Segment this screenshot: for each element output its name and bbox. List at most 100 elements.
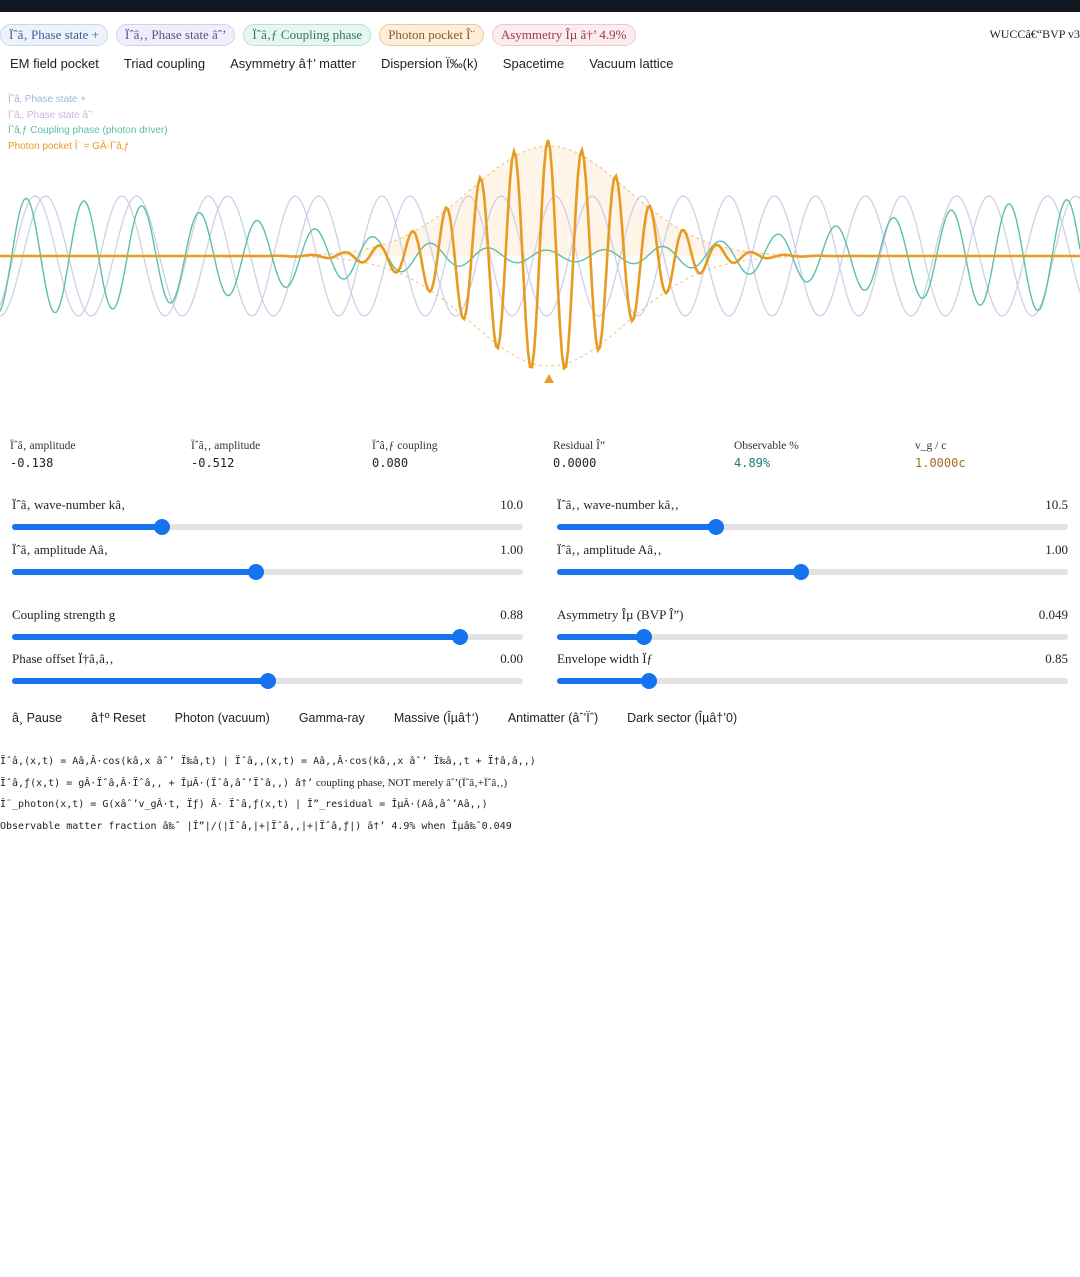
stat-value: 1.0000c — [915, 456, 966, 470]
slider-thumb[interactable] — [792, 564, 809, 580]
stat-value: 4.89% — [734, 456, 771, 470]
slider-thumb[interactable] — [640, 673, 657, 689]
equation-line-1: Ïˆâ‚(x,t) = Aâ‚Â·cos(kâ‚x âˆ’ Ï‰â‚t) | Ï… — [0, 756, 536, 767]
stat-label: Residual Î” — [553, 440, 606, 452]
legend-psi2: Ïˆâ‚‚ Phase state âˆ’ — [8, 109, 94, 121]
slider-fill — [12, 678, 268, 684]
reset-button[interactable]: â†º Reset — [91, 711, 146, 725]
slider-track[interactable] — [12, 564, 523, 580]
stat-psi1-amplitude: Ïˆâ‚ amplitude -0.138 — [10, 440, 75, 470]
slider-fill — [557, 634, 644, 640]
slider-label: Ïˆâ‚‚ amplitude Aâ‚‚ — [557, 542, 662, 557]
legend-psi1: Ïˆâ‚ Phase state + — [8, 94, 87, 105]
slider-value: 0.00 — [500, 651, 523, 666]
preset-dark-sector-button[interactable]: Dark sector (Îµâ†’0) — [627, 711, 737, 725]
stat-group-velocity: v_g / c 1.0000c — [915, 440, 966, 470]
slider-track[interactable] — [557, 673, 1068, 689]
preset-photon-button[interactable]: Photon (vacuum) — [175, 711, 270, 725]
slider-track[interactable] — [12, 673, 523, 689]
pill-photon-pocket[interactable]: Photon pocket Î¨ — [379, 24, 484, 46]
slider-fill — [557, 569, 801, 575]
preset-buttons: â¸ Pause â†º Reset Photon (vacuum) Gamma… — [12, 711, 766, 725]
slider-a2[interactable]: Ïˆâ‚‚ amplitude Aâ‚‚ 1.00 — [557, 542, 1068, 580]
pause-button[interactable]: â¸ Pause — [12, 711, 62, 725]
equation-line-2-code: Ïˆâ‚ƒ(x,t) = gÂ·Ïˆâ‚Â·Ïˆâ‚‚ + ÎµÂ·(Ïˆâ‚â… — [0, 777, 314, 789]
readout-stats: Ïˆâ‚ amplitude -0.138 Ïˆâ‚‚ amplitude -0… — [0, 440, 1080, 476]
top-bar — [0, 0, 1080, 12]
slider-track[interactable] — [557, 564, 1068, 580]
slider-thumb[interactable] — [635, 629, 652, 645]
slider-thumb[interactable] — [154, 519, 171, 535]
slider-k2[interactable]: Ïˆâ‚‚ wave-number kâ‚‚ 10.5 — [557, 497, 1068, 535]
slider-fill — [12, 569, 256, 575]
wave-canvas — [0, 139, 1080, 383]
tab-bar: EM field pocket Triad coupling Asymmetry… — [0, 56, 699, 74]
pill-phase-minus[interactable]: Ïˆâ‚‚ Phase state âˆ’ — [116, 24, 236, 46]
slider-value: 10.5 — [1045, 497, 1068, 512]
stat-label: Ïˆâ‚ amplitude — [10, 440, 76, 452]
slider-track[interactable] — [12, 629, 523, 645]
stat-value: -0.512 — [191, 456, 235, 470]
slider-thumb[interactable] — [259, 673, 276, 689]
version-label: WUCCâ€“BVP v3 — [989, 27, 1080, 41]
slider-track[interactable] — [12, 519, 523, 535]
stat-residual: Residual Î” 0.0000 — [553, 440, 605, 470]
slider-track[interactable] — [557, 629, 1068, 645]
preset-gamma-ray-button[interactable]: Gamma-ray — [299, 711, 365, 725]
stat-observable: Observable % 4.89% — [734, 440, 799, 470]
tab-dispersion[interactable]: Dispersion Ï‰(k) — [381, 56, 478, 74]
equation-line-2: Ïˆâ‚ƒ(x,t) = gÂ·Ïˆâ‚Â·Ïˆâ‚‚ + ÎµÂ·(Ïˆâ‚â… — [0, 773, 536, 795]
stat-label: Ïˆâ‚‚ amplitude — [191, 440, 261, 452]
equations-block: Ïˆâ‚(x,t) = Aâ‚Â·cos(kâ‚x âˆ’ Ï‰â‚t) | Ï… — [0, 751, 536, 837]
slider-value: 0.049 — [1038, 607, 1068, 622]
slider-thumb[interactable] — [451, 629, 468, 645]
tab-spacetime[interactable]: Spacetime — [503, 56, 564, 74]
pill-coupling-phase[interactable]: Ïˆâ‚ƒ Coupling phase — [243, 24, 372, 46]
slider-fill — [12, 634, 460, 640]
slider-label: Asymmetry Îµ (BVP Î”) — [557, 607, 684, 622]
pill-phase-plus[interactable]: Ïˆâ‚ Phase state + — [0, 24, 108, 46]
phase-pills: Ïˆâ‚ Phase state + Ïˆâ‚‚ Phase state âˆ’… — [0, 24, 636, 46]
equation-line-4: Observable matter fraction â‰ˆ |Î”|/(|Ïˆ… — [0, 820, 512, 832]
slider-label: Coupling strength g — [12, 607, 116, 622]
slider-label: Envelope width Ïƒ — [557, 651, 654, 666]
equation-line-3: Î¨_photon(x,t) = G(xâˆ’v_gÂ·t, Ïƒ) Â· Ïˆ… — [0, 799, 488, 810]
stat-label: Observable % — [734, 440, 799, 452]
slider-fill — [557, 678, 649, 684]
preset-massive-button[interactable]: Massive (Îµâ†‘) — [394, 711, 479, 725]
slider-k1[interactable]: Ïˆâ‚ wave-number kâ‚ 10.0 — [12, 497, 523, 535]
pill-asymmetry[interactable]: Asymmetry Îµ â†’ 4.9% — [491, 24, 636, 46]
slider-track[interactable] — [557, 519, 1068, 535]
slider-asymmetry[interactable]: Asymmetry Îµ (BVP Î”) 0.049 — [557, 607, 1068, 645]
stat-label: Ïˆâ‚ƒ coupling — [372, 440, 438, 452]
slider-envelope-width[interactable]: Envelope width Ïƒ 0.85 — [557, 651, 1068, 689]
tab-triad-coupling[interactable]: Triad coupling — [124, 56, 205, 74]
slider-label: Ïˆâ‚ wave-number kâ‚ — [12, 497, 126, 512]
slider-phase-offset[interactable]: Phase offset Ï†â‚â‚‚ 0.00 — [12, 651, 523, 689]
slider-thumb[interactable] — [707, 519, 724, 535]
stat-label: v_g / c — [915, 440, 947, 452]
slider-thumb[interactable] — [247, 564, 264, 580]
slider-coupling-strength[interactable]: Coupling strength g 0.88 — [12, 607, 523, 645]
stat-value: 0.080 — [372, 456, 409, 470]
tab-vacuum-lattice[interactable]: Vacuum lattice — [589, 56, 673, 74]
stat-psi3-coupling: Ïˆâ‚ƒ coupling 0.080 — [372, 440, 437, 470]
tab-em-field-pocket[interactable]: EM field pocket — [0, 56, 99, 74]
slider-label: Phase offset Ï†â‚â‚‚ — [12, 651, 114, 666]
slider-value: 0.88 — [500, 607, 523, 622]
slider-value: 10.0 — [500, 497, 523, 512]
equation-line-2-note: coupling phase, NOT merely âˆ’(Ïˆâ‚+Ïˆâ‚… — [313, 776, 508, 789]
pocket-center-marker — [544, 374, 554, 383]
tab-asymmetry-matter[interactable]: Asymmetry â†’ matter — [230, 56, 356, 74]
slider-fill — [557, 524, 716, 530]
slider-value: 1.00 — [500, 542, 523, 557]
slider-label: Ïˆâ‚ amplitude Aâ‚ — [12, 542, 109, 557]
preset-antimatter-button[interactable]: Antimatter (âˆ’Ïˆ) — [508, 711, 598, 725]
stat-value: 0.0000 — [553, 456, 597, 470]
slider-value: 0.85 — [1045, 651, 1068, 666]
slider-a1[interactable]: Ïˆâ‚ amplitude Aâ‚ 1.00 — [12, 542, 523, 580]
stat-psi2-amplitude: Ïˆâ‚‚ amplitude -0.512 — [191, 440, 260, 470]
stat-value: -0.138 — [10, 456, 54, 470]
slider-value: 1.00 — [1045, 542, 1068, 557]
slider-fill — [12, 524, 163, 530]
